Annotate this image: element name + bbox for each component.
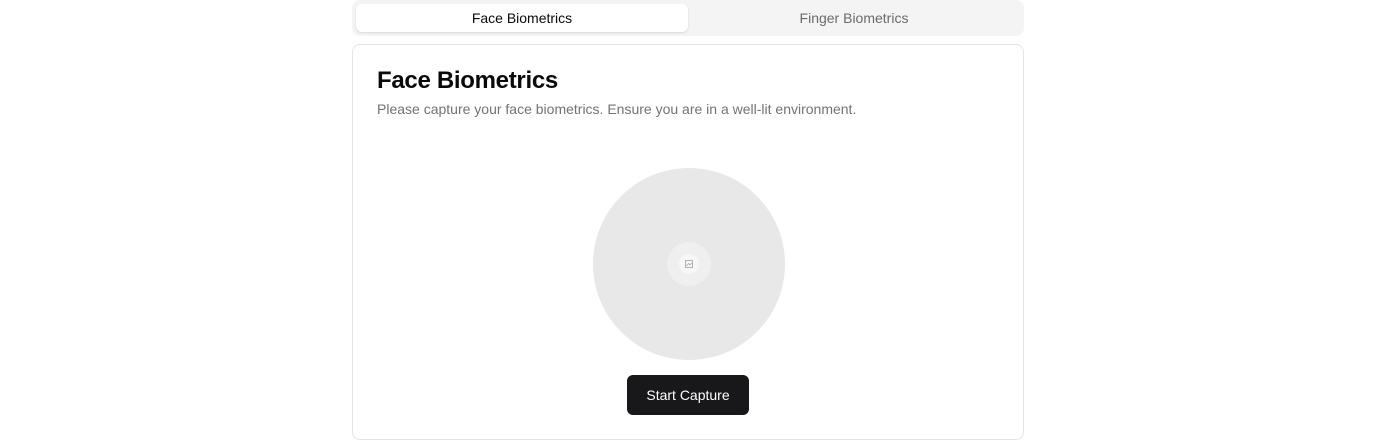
tab-finger-biometrics[interactable]: Finger Biometrics (688, 4, 1020, 32)
biometrics-tabs: Face Biometrics Finger Biometrics (352, 0, 1024, 36)
tab-face-biometrics[interactable]: Face Biometrics (356, 4, 688, 32)
face-capture-card: Face Biometrics Please capture your face… (352, 44, 1024, 440)
start-capture-button[interactable]: Start Capture (627, 375, 749, 415)
camera-icon (685, 260, 693, 268)
card-description: Please capture your face biometrics. Ens… (377, 101, 857, 117)
card-title: Face Biometrics (377, 67, 558, 94)
face-preview-area (593, 168, 785, 360)
